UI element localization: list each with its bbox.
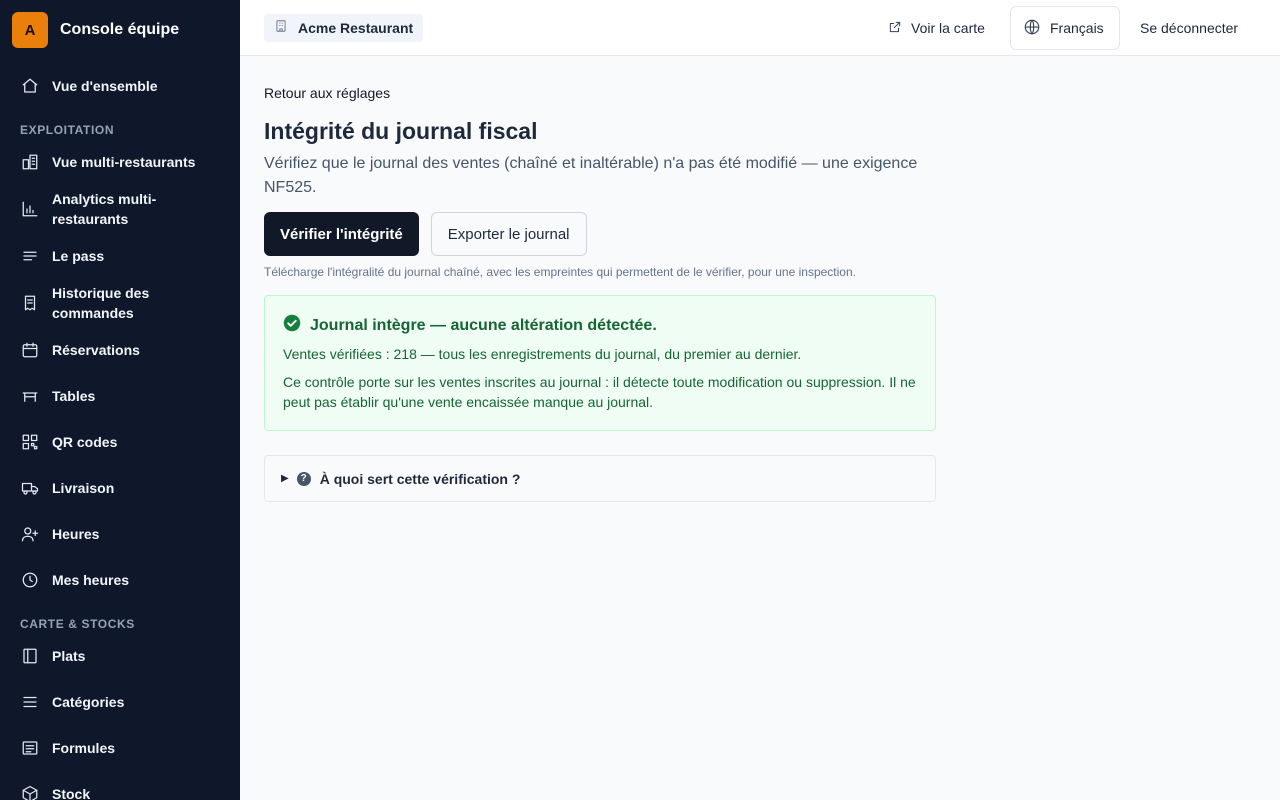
caret-right-icon: ▶ (281, 473, 289, 484)
globe-icon (1023, 18, 1041, 39)
verify-integrity-button[interactable]: Vérifier l'intégrité (264, 212, 419, 256)
sidebar-item-pass[interactable]: Le pass (0, 233, 240, 279)
question-icon: ? (296, 471, 311, 486)
sidebar: A Console équipe Vue d'ensemble EXPLOITA… (0, 0, 240, 800)
result-note: Ce contrôle porte sur les ventes inscrit… (283, 374, 916, 410)
package-icon (20, 784, 40, 800)
top-bar: Acme Restaurant Voir la carte Français S… (240, 0, 1280, 56)
sidebar-item-hours[interactable]: Heures (0, 511, 240, 557)
sidebar-item-formulas[interactable]: Formules (0, 725, 240, 771)
sidebar-section-title: CARTE & STOCKS (20, 617, 135, 631)
sidebar-item-label: Le pass (52, 248, 105, 264)
language-selector[interactable]: Français (1010, 6, 1120, 50)
sidebar-item-label: Heures (52, 526, 100, 542)
user-plus-icon (20, 524, 40, 544)
faq-label: À quoi sert cette vérification ? (319, 470, 521, 487)
restaurant-selector[interactable]: Acme Restaurant (264, 14, 424, 42)
sidebar-item-label: Formules (52, 740, 116, 756)
result-header: Journal intègre — aucune altération déte… (283, 314, 917, 337)
brand-logo: A (12, 12, 48, 48)
export-hint: Télécharge l'intégralité du journal chaî… (264, 265, 856, 279)
qr-code-icon (20, 432, 40, 452)
check-circle-icon (283, 314, 301, 337)
buildings-icon (20, 152, 40, 172)
brand-name: Console équipe (60, 21, 180, 38)
sidebar-item-tables[interactable]: Tables (0, 373, 240, 419)
faq-disclosure[interactable]: ▶ ? À quoi sert cette vérification ? (264, 455, 936, 502)
sidebar-item-label: Livraison (52, 480, 115, 496)
lines-icon (20, 246, 40, 266)
verified-count: Ventes vérifiées : 218 — tous les enregi… (283, 346, 802, 362)
sidebar-item-analytics[interactable]: Analytics multi-restaurants (0, 185, 240, 233)
sidebar-item-label: Stock (52, 786, 91, 800)
action-buttons: Vérifier l'intégrité Exporter le journal (264, 212, 936, 256)
truck-icon (20, 478, 40, 498)
sidebar-item-orders-history[interactable]: Historique des commandes (0, 279, 240, 327)
external-link-icon (888, 20, 902, 37)
sidebar-item-multi-restaurants[interactable]: Vue multi-restaurants (0, 139, 240, 185)
book-icon (20, 646, 40, 666)
sidebar-item-my-hours[interactable]: Mes heures (0, 557, 240, 603)
home-icon (20, 76, 40, 96)
sidebar-item-label: QR codes (52, 434, 118, 450)
sidebar-item-label: Historique des commandes (52, 285, 150, 321)
clock-icon (20, 570, 40, 590)
sidebar-item-label: Réservations (52, 342, 140, 358)
sidebar-item-reservations[interactable]: Réservations (0, 327, 240, 373)
sidebar-nav: Vue d'ensemble EXPLOITATION Vue multi-re… (0, 60, 240, 800)
sidebar-item-qr-codes[interactable]: QR codes (0, 419, 240, 465)
sidebar-item-label: Plats (52, 648, 86, 664)
verification-result: Journal intègre — aucune altération déte… (264, 295, 936, 431)
export-journal-button[interactable]: Exporter le journal (430, 212, 587, 256)
sidebar-item-categories[interactable]: Catégories (0, 679, 240, 725)
page-description: Vérifiez que le journal des ventes (chaî… (264, 155, 918, 196)
sidebar-item-label: Catégories (52, 694, 125, 710)
language-label: Français (1050, 20, 1104, 36)
sidebar-item-label: Vue multi-restaurants (52, 154, 196, 170)
receipt-icon (20, 293, 40, 313)
main-content: Retour aux réglages Intégrité du journal… (264, 56, 936, 502)
sidebar-item-dishes[interactable]: Plats (0, 633, 240, 679)
calendar-icon (20, 340, 40, 360)
sidebar-section-title: EXPLOITATION (20, 123, 115, 137)
list-box-icon (20, 738, 40, 758)
result-title: Journal intègre — aucune altération déte… (310, 316, 657, 334)
sidebar-item-overview[interactable]: Vue d'ensemble (0, 63, 240, 109)
back-to-settings-link[interactable]: Retour aux réglages (264, 85, 936, 101)
page-title: Intégrité du journal fiscal (264, 118, 538, 144)
sidebar-item-label: Analytics multi-restaurants (52, 191, 157, 227)
sidebar-item-label: Mes heures (52, 572, 130, 588)
menu-icon (20, 692, 40, 712)
table-icon (20, 386, 40, 406)
logout-button[interactable]: Se déconnecter (1140, 0, 1238, 56)
sidebar-item-label: Tables (52, 388, 96, 404)
sidebar-item-label: Vue d'ensemble (52, 78, 158, 94)
view-menu-label: Voir la carte (911, 20, 985, 36)
sidebar-item-delivery[interactable]: Livraison (0, 465, 240, 511)
building-icon (274, 19, 288, 38)
view-menu-link[interactable]: Voir la carte (888, 0, 985, 56)
sidebar-item-stock[interactable]: Stock (0, 771, 240, 800)
bar-chart-icon (20, 199, 40, 219)
brand[interactable]: A Console équipe (0, 0, 240, 60)
restaurant-name: Acme Restaurant (298, 20, 414, 36)
